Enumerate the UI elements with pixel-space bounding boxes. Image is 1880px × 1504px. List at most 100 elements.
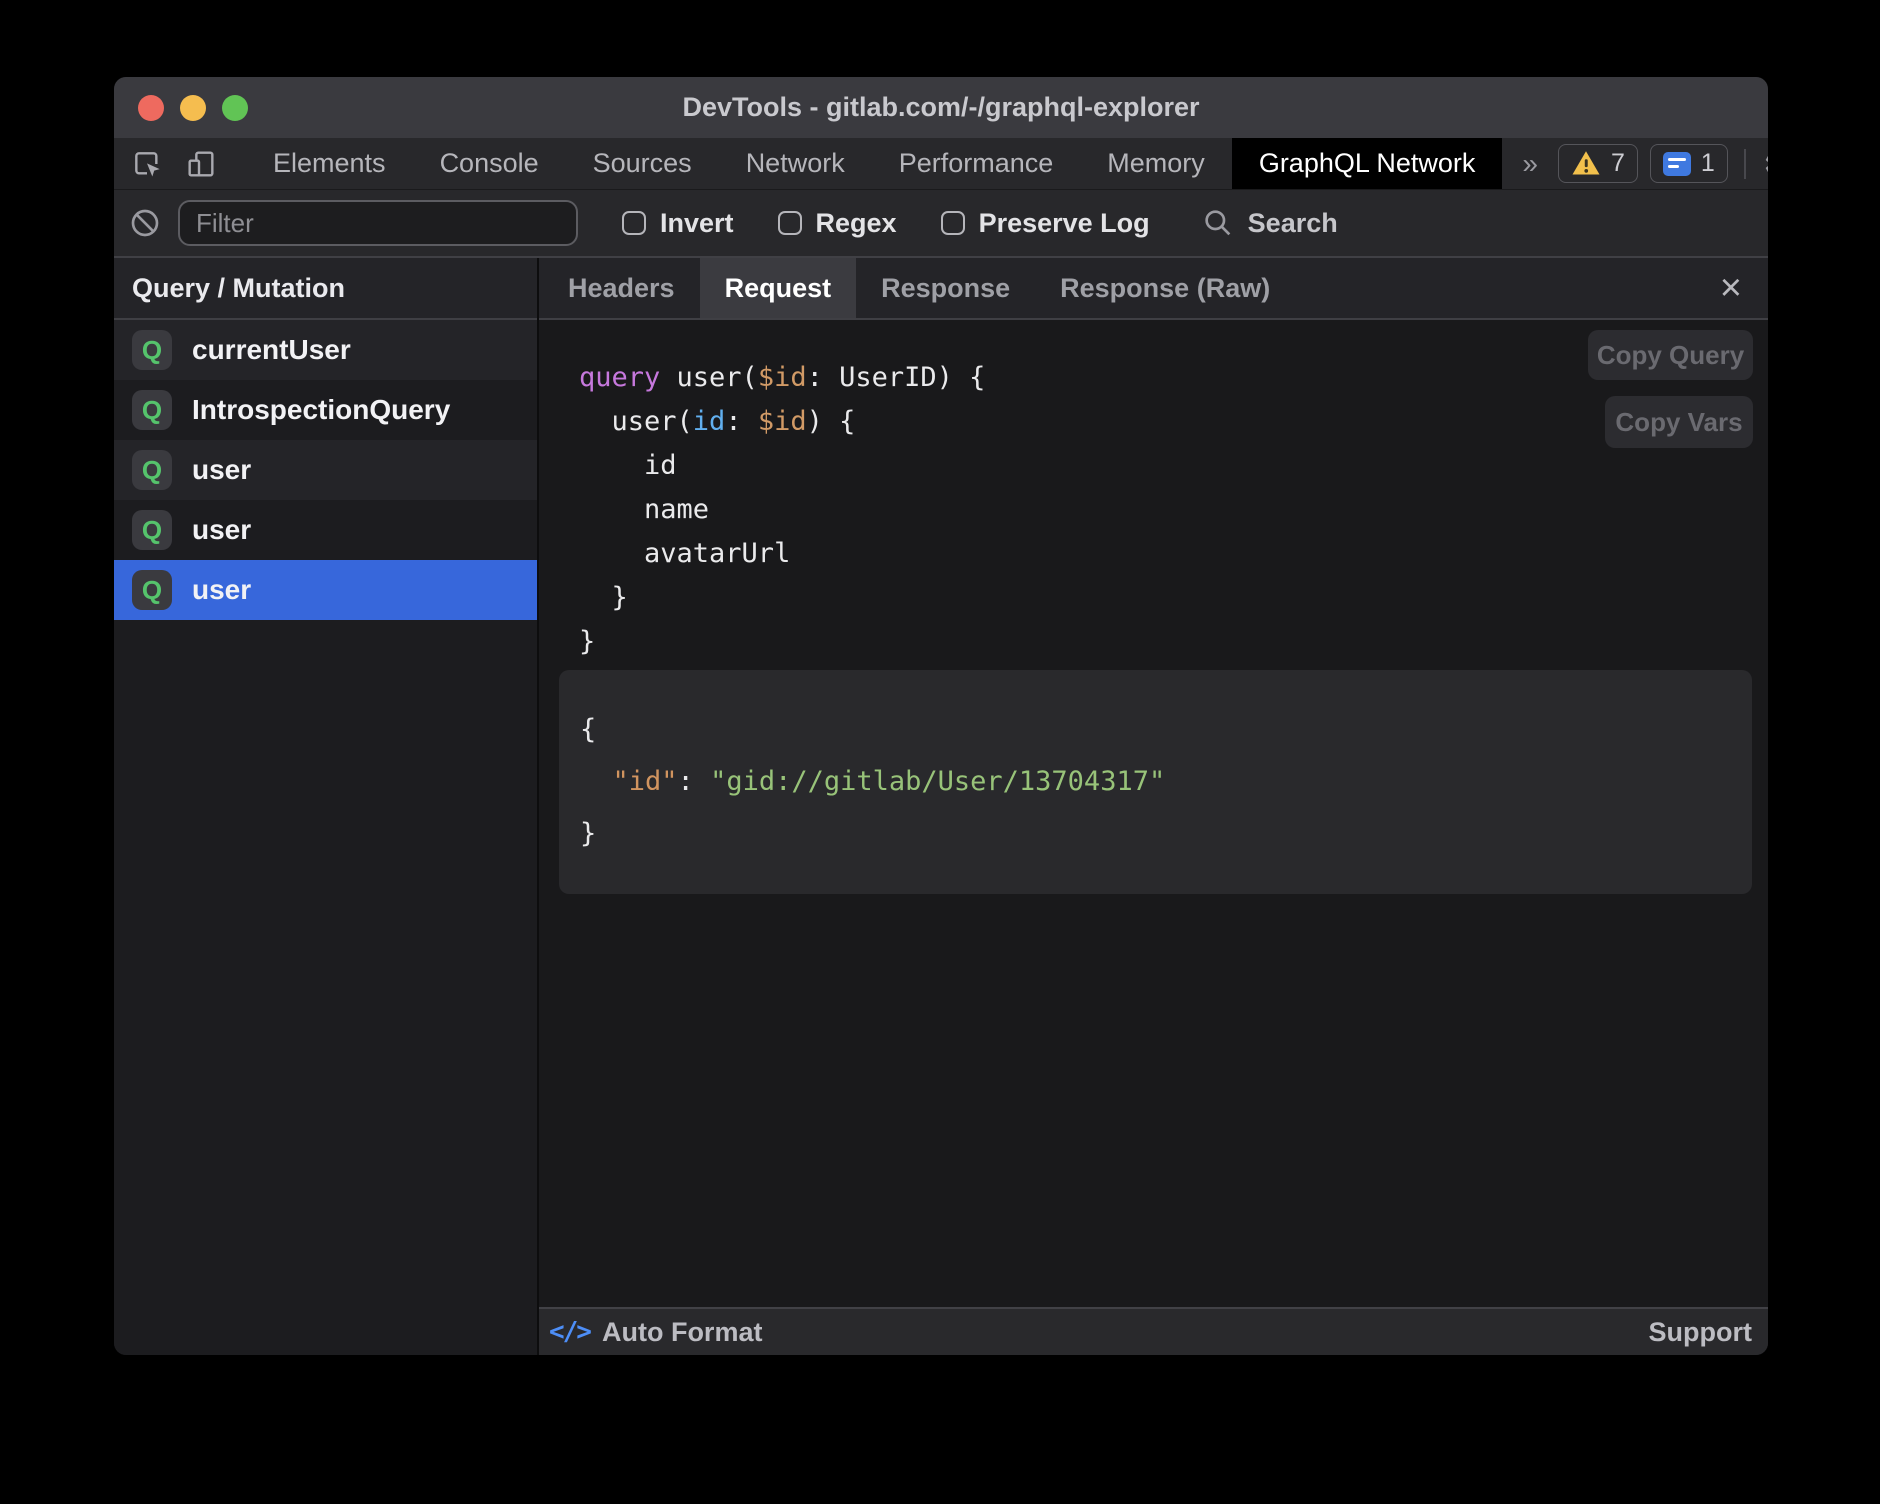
regex-checkbox-box[interactable] xyxy=(778,211,802,235)
code-token-plain: : xyxy=(725,406,758,437)
filter-bar: Invert Regex Preserve Log Search xyxy=(114,190,1768,258)
support-link[interactable]: Support xyxy=(1649,1317,1752,1348)
detail-tab-response[interactable]: Response xyxy=(856,258,1035,318)
block-clear-icon[interactable] xyxy=(128,206,162,240)
code-line: } xyxy=(580,808,1732,860)
warning-triangle-icon xyxy=(1571,150,1601,177)
devtools-tab-sources[interactable]: Sources xyxy=(566,138,719,189)
code-line: id xyxy=(579,444,1768,488)
query-name-label: IntrospectionQuery xyxy=(192,394,450,426)
auto-format-control[interactable]: </> Auto Format xyxy=(549,1317,762,1348)
query-type-badge: Q xyxy=(132,570,172,610)
request-content: query user($id: UserID) { user(id: $id) … xyxy=(539,320,1768,1307)
query-type-badge: Q xyxy=(132,510,172,550)
code-token-plain: } xyxy=(579,582,628,613)
warnings-badge[interactable]: 7 xyxy=(1558,144,1638,183)
detail-tab-headers[interactable]: Headers xyxy=(543,258,700,318)
variables-box: { "id": "gid://gitlab/User/13704317"} xyxy=(559,670,1752,894)
query-name-label: user xyxy=(192,454,251,486)
devtools-tab-performance[interactable]: Performance xyxy=(872,138,1081,189)
search-control[interactable]: Search xyxy=(1202,207,1338,239)
preserve-log-label: Preserve Log xyxy=(979,208,1150,239)
filter-input[interactable] xyxy=(178,200,578,246)
regex-label: Regex xyxy=(816,208,897,239)
devtools-toolbar: ElementsConsoleSourcesNetworkPerformance… xyxy=(114,138,1768,190)
detail-pane: HeadersRequestResponseResponse (Raw) × qu… xyxy=(539,258,1768,1355)
query-name-label: user xyxy=(192,574,251,606)
devtools-tab-console[interactable]: Console xyxy=(413,138,566,189)
preserve-log-checkbox-box[interactable] xyxy=(941,211,965,235)
close-detail-icon[interactable]: × xyxy=(1708,258,1754,318)
code-token-plain: : xyxy=(678,766,711,797)
code-line: avatarUrl xyxy=(579,532,1768,576)
code-token-plain: } xyxy=(580,818,596,849)
query-name-label: currentUser xyxy=(192,334,351,366)
search-icon xyxy=(1202,207,1234,239)
graphql-query-code: query user($id: UserID) { user(id: $id) … xyxy=(579,356,1768,664)
search-label: Search xyxy=(1248,208,1338,239)
detail-tab-request[interactable]: Request xyxy=(700,258,857,318)
query-list-item-user-2[interactable]: Quser xyxy=(114,440,537,500)
devtools-tab-memory[interactable]: Memory xyxy=(1080,138,1232,189)
auto-format-label: Auto Format xyxy=(602,1317,762,1348)
query-type-badge: Q xyxy=(132,450,172,490)
message-icon xyxy=(1663,152,1691,176)
toolbar-left-icons xyxy=(114,138,218,189)
title-bar: DevTools - gitlab.com/-/graphql-explorer xyxy=(114,77,1768,138)
code-line: name xyxy=(579,488,1768,532)
code-line: user(id: $id) { xyxy=(579,400,1768,444)
device-toolbar-icon[interactable] xyxy=(184,147,218,181)
issue-count: 1 xyxy=(1701,149,1715,178)
code-brackets-icon: </> xyxy=(549,1317,590,1347)
code-token-plain: { xyxy=(580,714,596,745)
invert-label: Invert xyxy=(660,208,734,239)
detail-tab-response-raw[interactable]: Response (Raw) xyxy=(1035,258,1295,318)
query-list-item-currentuser-0[interactable]: QcurrentUser xyxy=(114,320,537,380)
toolbar-divider-2 xyxy=(1744,149,1746,179)
code-line: } xyxy=(579,620,1768,664)
code-token-plain: name xyxy=(579,494,709,525)
invert-checkbox-box[interactable] xyxy=(622,211,646,235)
sidebar-header: Query / Mutation xyxy=(114,258,537,320)
code-token-plain: : UserID) { xyxy=(807,362,986,393)
code-token-key: "id" xyxy=(613,766,678,797)
more-tabs-chevron[interactable]: » xyxy=(1502,138,1558,189)
devtools-tab-network[interactable]: Network xyxy=(719,138,872,189)
code-token-plain: user( xyxy=(660,362,758,393)
query-type-badge: Q xyxy=(132,390,172,430)
query-list-item-introspectionquery-1[interactable]: Q IntrospectionQuery xyxy=(114,380,537,440)
code-token-plain: user( xyxy=(579,406,693,437)
checkbox-invert[interactable]: Invert xyxy=(622,208,734,239)
query-name-label: user xyxy=(192,514,251,546)
window-title: DevTools - gitlab.com/-/graphql-explorer xyxy=(114,92,1768,123)
code-line: "id": "gid://gitlab/User/13704317" xyxy=(580,756,1732,808)
query-list-item-user-3[interactable]: Quser xyxy=(114,500,537,560)
code-token-attr: id xyxy=(693,406,726,437)
issues-badge[interactable]: 1 xyxy=(1650,144,1728,183)
query-list-item-user-4[interactable]: Quser xyxy=(114,560,537,620)
main-split: Query / Mutation QcurrentUserQIntrospect… xyxy=(114,258,1768,1355)
settings-gear-icon[interactable] xyxy=(1762,147,1768,181)
code-token-keyword: query xyxy=(579,362,660,393)
detail-footer: </> Auto Format Support xyxy=(539,1307,1768,1355)
code-token-plain: } xyxy=(579,626,595,657)
query-list: QcurrentUserQIntrospectionQueryQuserQuse… xyxy=(114,320,537,620)
code-token-variable: $id xyxy=(758,406,807,437)
devtools-window: DevTools - gitlab.com/-/graphql-explorer… xyxy=(114,77,1768,1355)
checkbox-regex[interactable]: Regex xyxy=(778,208,897,239)
code-token-variable: $id xyxy=(758,362,807,393)
code-token-plain: ) { xyxy=(807,406,856,437)
code-token-plain: id xyxy=(579,450,677,481)
copy-vars-button[interactable]: Copy Vars xyxy=(1605,396,1753,448)
code-token-plain xyxy=(580,766,613,797)
code-line: } xyxy=(579,576,1768,620)
checkbox-preserve-log[interactable]: Preserve Log xyxy=(941,208,1150,239)
query-sidebar: Query / Mutation QcurrentUserQIntrospect… xyxy=(114,258,537,1355)
inspect-element-icon[interactable] xyxy=(130,147,164,181)
query-type-badge: Q xyxy=(132,330,172,370)
copy-query-button[interactable]: Copy Query xyxy=(1588,330,1753,380)
devtools-tab-elements[interactable]: Elements xyxy=(246,138,413,189)
code-token-plain: avatarUrl xyxy=(579,538,790,569)
warning-count: 7 xyxy=(1611,149,1625,178)
devtools-tab-graphql-network[interactable]: GraphQL Network xyxy=(1232,138,1503,189)
